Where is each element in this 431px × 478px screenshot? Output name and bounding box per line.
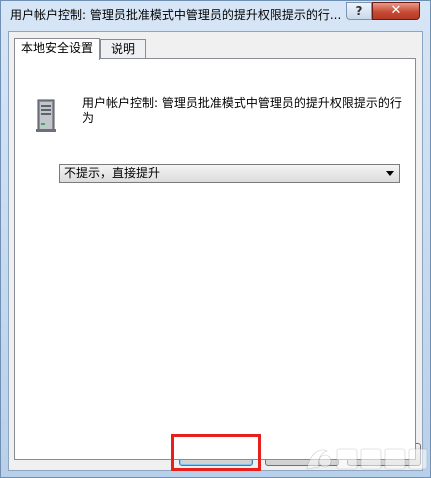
tab-explain[interactable]: 说明 [100, 39, 146, 59]
close-button[interactable]: ✕ [372, 2, 420, 20]
elevation-behavior-dropdown[interactable]: 不提示，直接提升 [59, 164, 400, 183]
dropdown-selected-value: 不提示，直接提升 [64, 166, 161, 180]
server-icon [36, 99, 56, 132]
tab-label: 说明 [110, 42, 135, 56]
ok-button-highlight [171, 434, 261, 471]
chevron-down-icon [386, 171, 394, 176]
policy-dialog-window: 用户帐户控制: 管理员批准模式中管理员的提升权限提示的行... ? ✕ 本地安全… [0, 0, 431, 478]
policy-description: 用户帐户控制: 管理员批准模式中管理员的提升权限提示的行为 [82, 96, 402, 125]
watermark-logo [306, 448, 428, 470]
tab-label: 本地安全设置 [20, 41, 93, 55]
close-icon: ✕ [390, 3, 402, 18]
dialog-client-area: 本地安全设置 说明 用户帐户控制: 管理员批准模式中管理员的提升权限提示的行为 … [8, 31, 423, 471]
tab-local-security-setting[interactable]: 本地安全设置 [14, 38, 100, 60]
tab-panel-local-security-setting: 用户帐户控制: 管理员批准模式中管理员的提升权限提示的行为 不提示，直接提升 [14, 58, 416, 460]
title-bar[interactable]: 用户帐户控制: 管理员批准模式中管理员的提升权限提示的行... ? ✕ [1, 1, 430, 29]
window-title: 用户帐户控制: 管理员批准模式中管理员的提升权限提示的行... [10, 8, 342, 22]
help-button[interactable]: ? [346, 2, 372, 20]
